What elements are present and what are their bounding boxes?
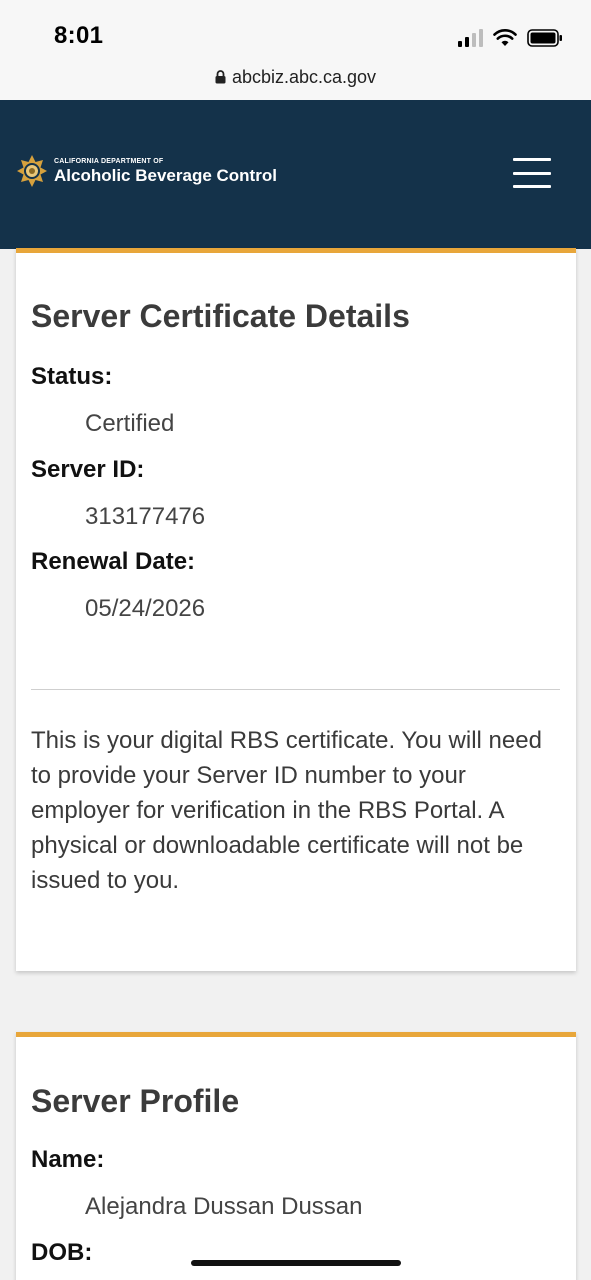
- lock-icon: [215, 70, 226, 84]
- status-label: Status:: [31, 363, 113, 390]
- abc-logo[interactable]: California Department of Alcoholic Bever…: [16, 154, 277, 188]
- name-label: Name:: [31, 1146, 105, 1173]
- dob-label: DOB:: [31, 1239, 93, 1266]
- home-indicator[interactable]: [191, 1260, 401, 1266]
- profile-card: Server Profile Name: Alejandra Dussan Du…: [16, 1032, 576, 1280]
- hamburger-menu-icon[interactable]: [513, 158, 551, 188]
- badge-star-icon: [17, 155, 47, 187]
- certificate-title: Server Certificate Details: [31, 298, 410, 334]
- certificate-card: Server Certificate Details Status: Certi…: [16, 248, 576, 971]
- battery-icon: [527, 29, 563, 47]
- status-bar: 8:01 abcbiz.abc.ca.gov: [0, 0, 591, 100]
- renewal-date-value: 05/24/2026: [85, 595, 206, 622]
- server-id-value: 313177476: [85, 503, 206, 530]
- name-value: Alejandra Dussan Dussan: [85, 1193, 363, 1220]
- renewal-date-label: Renewal Date:: [31, 548, 196, 575]
- cellular-signal-icon: [458, 29, 483, 47]
- wifi-icon: [493, 29, 517, 47]
- status-time: 8:01: [54, 22, 104, 49]
- profile-title: Server Profile: [31, 1083, 240, 1119]
- status-value: Certified: [85, 410, 175, 437]
- status-icons: [458, 26, 563, 50]
- logo-small-text: California Department of: [54, 157, 164, 165]
- certificate-note: This is your digital RBS certificate. Yo…: [31, 727, 542, 894]
- logo-title: Alcoholic Beverage Control: [54, 165, 277, 185]
- address-bar[interactable]: abcbiz.abc.ca.gov: [0, 62, 591, 92]
- url-text: abcbiz.abc.ca.gov: [231, 66, 377, 87]
- server-id-label: Server ID:: [31, 456, 145, 483]
- divider: [31, 689, 560, 690]
